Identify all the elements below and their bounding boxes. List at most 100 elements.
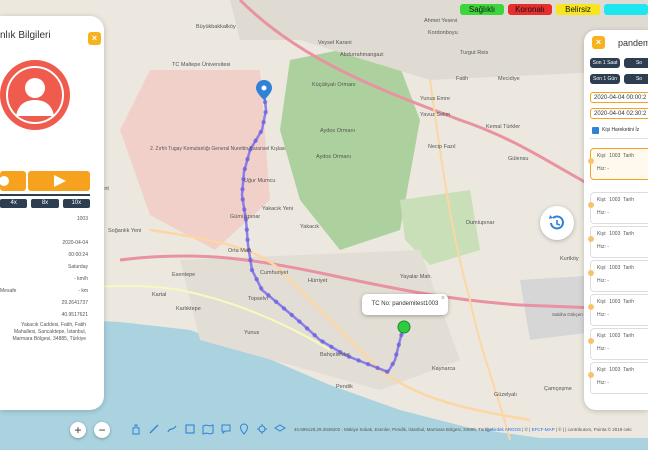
- route-point[interactable]: [320, 339, 325, 344]
- map-label: Çamçeşme: [544, 386, 572, 392]
- stop-button[interactable]: [0, 171, 26, 191]
- popup-close-button[interactable]: ×: [441, 288, 445, 309]
- date-from-input[interactable]: 2020-04-04 00:00:2: [590, 92, 648, 103]
- search-panel: pandem × Son 1 Saat So Son 1 Gün So 2020…: [584, 30, 648, 410]
- map-label: Yavuz Selim: [420, 112, 451, 118]
- history-card[interactable]: Kişi: 1003 Tarih Hız: -: [588, 328, 648, 360]
- route-point[interactable]: [375, 365, 380, 371]
- filter-button[interactable]: So: [624, 74, 648, 84]
- map-icon[interactable]: [202, 423, 214, 435]
- start-pin-dot: [261, 85, 267, 91]
- route-point[interactable]: [312, 333, 317, 338]
- map-label: Abdurrahmangazi: [340, 52, 383, 58]
- map-label: Yakacık Yeni: [262, 206, 293, 212]
- history-card[interactable]: Kişi: 1003 Tarih Hız: -: [588, 362, 648, 394]
- route-point[interactable]: [240, 197, 245, 202]
- timeline-dot: [588, 158, 594, 164]
- legend-uncertain[interactable]: Belirsiz: [556, 4, 600, 15]
- route-point[interactable]: [242, 207, 247, 212]
- timeline-dot: [588, 270, 594, 276]
- history-card[interactable]: Kişi: 1003 Tarih Hız: -: [588, 192, 648, 224]
- progress-track[interactable]: [0, 194, 90, 196]
- current-position-marker[interactable]: [397, 320, 411, 334]
- map-label: Kaynarca: [432, 366, 456, 372]
- attribution-link-2[interactable]: EFCF-MAP: [532, 427, 555, 432]
- map-label: Kartal: [152, 292, 166, 298]
- area-icon[interactable]: [184, 423, 196, 435]
- zoom-out-button[interactable]: −: [94, 422, 110, 438]
- history-card[interactable]: Kişi: 1003 Tarih Hız: -: [588, 226, 648, 258]
- route-point[interactable]: [245, 157, 250, 162]
- timeline-dot: [588, 202, 594, 208]
- address-text: Yakacık Caddesi, Fatih, Fatih Mahallesi,…: [12, 322, 86, 342]
- route-point[interactable]: [248, 257, 253, 263]
- map-label: Gümüşpınar: [230, 214, 260, 220]
- map-label: Aydos Ormanı: [316, 154, 351, 160]
- route-point[interactable]: [245, 237, 250, 242]
- hand-icon[interactable]: [130, 423, 142, 435]
- legend-healthy[interactable]: Sağlıklı: [460, 4, 504, 15]
- route-point[interactable]: [281, 306, 287, 311]
- route-point[interactable]: [274, 299, 279, 304]
- close-right-panel-button[interactable]: ×: [592, 36, 605, 49]
- attribution-link[interactable]: Çekirdek ARGOS: [486, 427, 521, 432]
- history-card[interactable]: Kişi: 1003 Tarih Hız: -: [588, 260, 648, 292]
- route-point[interactable]: [289, 312, 294, 318]
- map-label: Yunus: [244, 330, 260, 336]
- speed-10x-button[interactable]: 10x: [62, 199, 90, 208]
- route-point[interactable]: [396, 342, 401, 347]
- timeline-dot: [588, 372, 594, 378]
- history-card[interactable]: Kişi: 1003 Tarih Hız: -: [588, 294, 648, 326]
- route-point[interactable]: [261, 120, 266, 125]
- route-point[interactable]: [263, 110, 268, 115]
- location-icon[interactable]: [256, 423, 268, 435]
- draw-line-icon[interactable]: [166, 423, 178, 435]
- route-point[interactable]: [329, 344, 334, 349]
- route-point[interactable]: [304, 326, 310, 331]
- route-point[interactable]: [390, 361, 395, 367]
- filter-last-day-button[interactable]: Son 1 Gün: [590, 74, 620, 84]
- person-info-panel: nlık Bilgileri × 4x 8x 10x 1003 2020-04-…: [0, 16, 104, 410]
- speed-4x-button[interactable]: 4x: [0, 199, 28, 208]
- history-button[interactable]: [540, 206, 574, 240]
- route-point[interactable]: [365, 362, 371, 367]
- route-point[interactable]: [242, 166, 247, 172]
- legend-corona[interactable]: Koronalı: [508, 4, 552, 15]
- route-point[interactable]: [384, 369, 390, 374]
- comment-icon[interactable]: [220, 423, 232, 435]
- map-label: Hürriyet: [308, 278, 328, 284]
- route-point[interactable]: [356, 358, 361, 363]
- route-point[interactable]: [259, 286, 264, 291]
- legend-other[interactable]: [604, 4, 648, 15]
- route-point[interactable]: [394, 352, 399, 357]
- route-point[interactable]: [297, 319, 302, 324]
- map-toolbar: + − 40.899128,29.2848202 : Mükiye Sokak,…: [64, 420, 648, 442]
- map-label: Turgut Reis: [460, 50, 488, 56]
- date-to-input[interactable]: 2020-04-04 02:30:2: [590, 108, 648, 119]
- map-label: Küçükyalı Ormanı: [312, 82, 356, 88]
- map-label: Veysel Karani: [318, 40, 352, 46]
- route-point[interactable]: [244, 227, 249, 232]
- play-button[interactable]: [28, 171, 90, 191]
- speed-8x-button[interactable]: 8x: [31, 199, 59, 208]
- map-label: Yakacık: [300, 224, 319, 230]
- route-point[interactable]: [249, 267, 255, 273]
- play-icon: [54, 175, 66, 187]
- zoom-in-button[interactable]: +: [70, 422, 86, 438]
- route-point[interactable]: [253, 138, 258, 143]
- route-point[interactable]: [258, 129, 263, 135]
- route-point[interactable]: [240, 187, 245, 192]
- route-point[interactable]: [254, 277, 259, 282]
- pin-icon[interactable]: [238, 423, 250, 435]
- coordinates-readout: 40.899128,29.2848202 : Mükiye Sokak, Ese…: [294, 427, 493, 432]
- route-point[interactable]: [262, 99, 268, 105]
- track-movement-checkbox[interactable]: [592, 127, 599, 134]
- history-card[interactable]: Kişi: 1003 Tarih Hız: -: [588, 148, 648, 180]
- filter-last-hour-button[interactable]: Son 1 Saat: [590, 58, 620, 68]
- map-label: Aydos Ormanı: [320, 128, 355, 134]
- filter-button[interactable]: So: [624, 58, 648, 68]
- map-label: 2. Zırhlı Tugay Komutanlığı General Nure…: [150, 146, 286, 152]
- layers-icon[interactable]: [274, 423, 286, 435]
- close-left-panel-button[interactable]: ×: [88, 32, 101, 45]
- measure-line-icon[interactable]: [148, 423, 160, 435]
